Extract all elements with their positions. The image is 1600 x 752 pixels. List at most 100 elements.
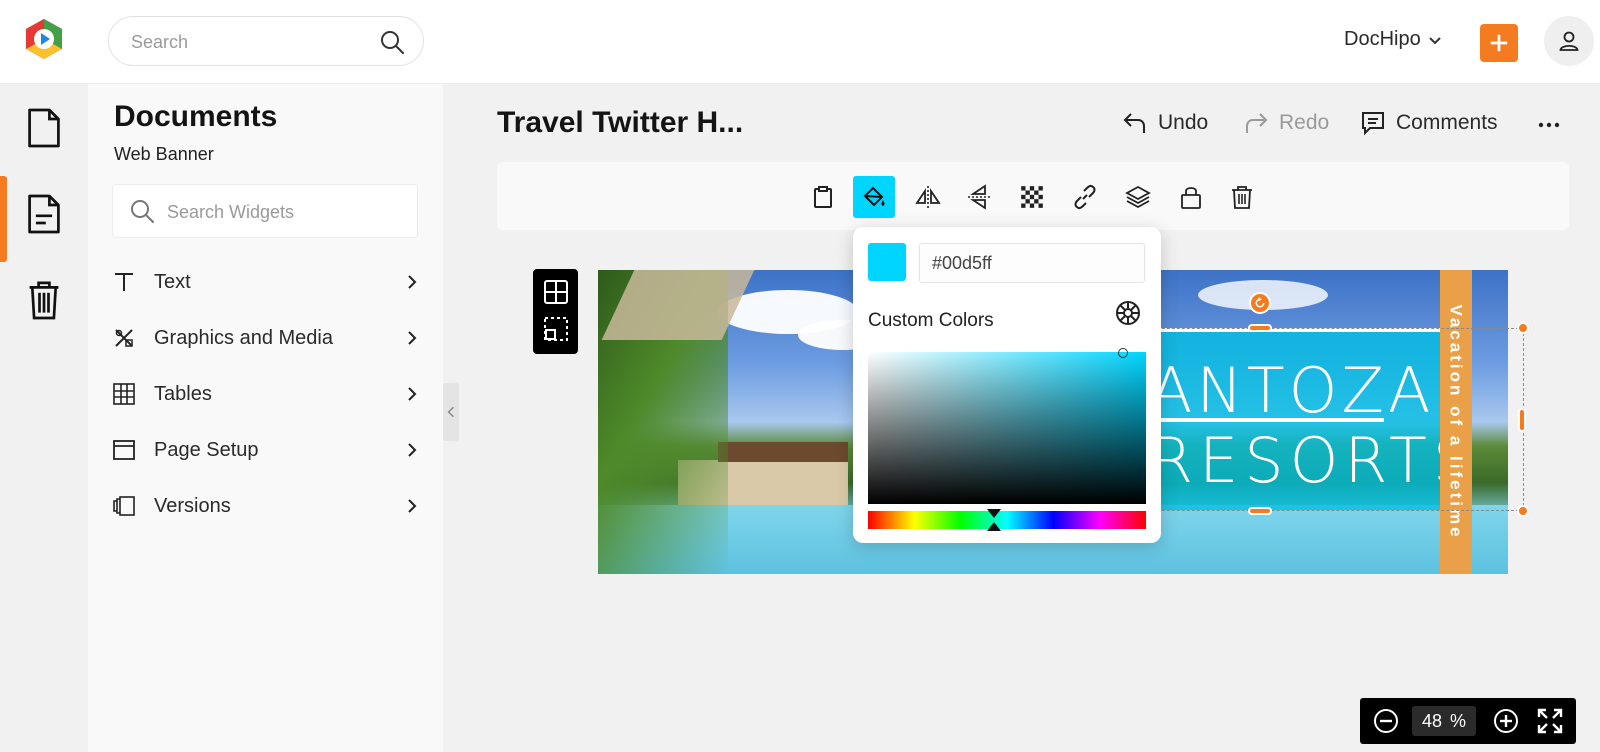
paste-style-button[interactable] — [802, 176, 844, 218]
paint-bucket-icon — [863, 186, 885, 207]
widget-search-input[interactable] — [167, 199, 397, 225]
graphics-icon — [110, 324, 138, 352]
undo-button[interactable]: Undo — [1122, 110, 1208, 136]
document-icon — [28, 108, 60, 148]
plus-icon — [1490, 34, 1508, 52]
text-icon — [110, 268, 138, 296]
global-search[interactable] — [108, 16, 424, 66]
resize-handle[interactable] — [1248, 507, 1272, 515]
panel-item-tables[interactable]: Tables — [110, 374, 420, 414]
trash-icon — [1232, 186, 1252, 209]
panel-item-graphics-and-media[interactable]: Graphics and Media — [110, 318, 420, 358]
redo-label: Redo — [1279, 111, 1330, 134]
widget-panel: Documents Web Banner Text Graphics and M… — [88, 84, 443, 752]
collapse-panel-button[interactable] — [443, 383, 459, 441]
flip-horizontal-button[interactable] — [907, 176, 949, 218]
transparency-button[interactable] — [1011, 176, 1053, 218]
resort-roof — [718, 442, 848, 462]
hex-field[interactable] — [919, 243, 1145, 283]
hue-slider-thumb[interactable] — [987, 522, 1001, 531]
hex-input[interactable] — [919, 243, 1145, 283]
select-area-icon[interactable] — [543, 316, 569, 342]
layers-button[interactable] — [1117, 176, 1159, 218]
dochipo-logo[interactable] — [22, 17, 66, 61]
search-icon[interactable] — [379, 29, 405, 55]
chevron-down-icon — [1428, 36, 1441, 44]
zoom-in-icon[interactable] — [1492, 707, 1520, 735]
zoom-controls: 48 % — [1360, 698, 1576, 744]
panel-item-page-setup[interactable]: Page Setup — [110, 430, 420, 470]
color-picker-popover: Custom Colors — [853, 227, 1161, 543]
versions-icon — [110, 492, 138, 520]
rotate-handle[interactable] — [1249, 292, 1271, 314]
panel-subtitle: Web Banner — [114, 144, 214, 164]
redo-icon — [1246, 113, 1268, 133]
zoom-out-icon[interactable] — [1372, 707, 1400, 735]
more-horizontal-icon — [1538, 122, 1560, 128]
user-icon — [1559, 31, 1579, 51]
search-icon — [131, 200, 154, 223]
undo-icon — [1123, 113, 1145, 133]
panel-item-label: Page Setup — [154, 438, 259, 461]
global-search-input[interactable] — [131, 29, 371, 55]
element-toolbar — [497, 162, 1569, 230]
saturation-cursor[interactable] — [1118, 348, 1128, 358]
top-bar: DocHipo — [0, 0, 1600, 84]
resize-handle[interactable] — [1248, 324, 1272, 332]
chevron-right-icon — [408, 387, 417, 401]
flip-vertical-icon — [968, 184, 990, 210]
document-title[interactable]: Travel Twitter H... — [497, 106, 743, 140]
grid-icon[interactable] — [543, 279, 569, 305]
document-lines-icon — [28, 194, 60, 234]
saturation-value-area[interactable] — [868, 352, 1146, 504]
panel-item-label: Tables — [154, 382, 212, 405]
redo-button[interactable]: Redo — [1243, 110, 1329, 136]
link-button[interactable] — [1064, 176, 1106, 218]
chevron-right-icon — [408, 443, 417, 457]
resize-handle[interactable] — [1517, 505, 1529, 517]
comments-label: Comments — [1396, 111, 1498, 134]
account-switcher[interactable]: DocHipo — [1344, 28, 1443, 51]
widget-search[interactable] — [112, 184, 418, 238]
page-setup-icon — [110, 436, 138, 464]
comment-icon — [1362, 112, 1384, 136]
fill-color-button[interactable] — [853, 176, 895, 218]
panel-item-versions[interactable]: Versions — [110, 486, 420, 526]
chevron-right-icon — [408, 499, 417, 513]
rail-item-trash[interactable] — [0, 258, 88, 342]
user-avatar[interactable] — [1544, 16, 1594, 66]
custom-colors-label: Custom Colors — [868, 310, 994, 331]
color-wheel-icon[interactable] — [1115, 300, 1141, 326]
link-icon — [1074, 184, 1096, 210]
zoom-level[interactable]: 48 % — [1412, 706, 1476, 736]
create-new-button[interactable] — [1480, 24, 1518, 62]
resize-handle[interactable] — [1518, 408, 1526, 432]
rotate-icon — [1255, 297, 1265, 308]
rail-item-documents[interactable] — [0, 86, 88, 170]
zoom-unit: % — [1450, 710, 1467, 731]
canvas-side-tools — [533, 269, 578, 354]
zoom-value: 48 — [1421, 710, 1442, 731]
lock-button[interactable] — [1170, 176, 1212, 218]
undo-label: Undo — [1158, 111, 1209, 134]
more-options-button[interactable] — [1536, 112, 1562, 138]
panel-item-text[interactable]: Text — [110, 262, 420, 302]
flip-vertical-button[interactable] — [958, 176, 1000, 218]
panel-title: Documents — [114, 100, 278, 133]
account-name: DocHipo — [1344, 28, 1421, 50]
chevron-right-icon — [408, 331, 417, 345]
panel-item-label: Versions — [154, 494, 231, 517]
resize-handle[interactable] — [1517, 322, 1529, 334]
fullscreen-icon[interactable] — [1536, 707, 1564, 735]
trash-icon — [29, 281, 59, 320]
chevron-right-icon — [408, 275, 417, 289]
delete-element-button[interactable] — [1221, 176, 1263, 218]
rail-item-templates[interactable] — [0, 172, 88, 262]
current-color-swatch[interactable] — [868, 243, 906, 281]
comments-button[interactable]: Comments — [1360, 110, 1498, 136]
clipboard-icon — [814, 186, 832, 208]
panel-item-label: Graphics and Media — [154, 326, 333, 349]
hue-slider-thumb[interactable] — [987, 509, 1001, 518]
left-rail — [0, 84, 88, 752]
hue-slider[interactable] — [868, 511, 1146, 529]
